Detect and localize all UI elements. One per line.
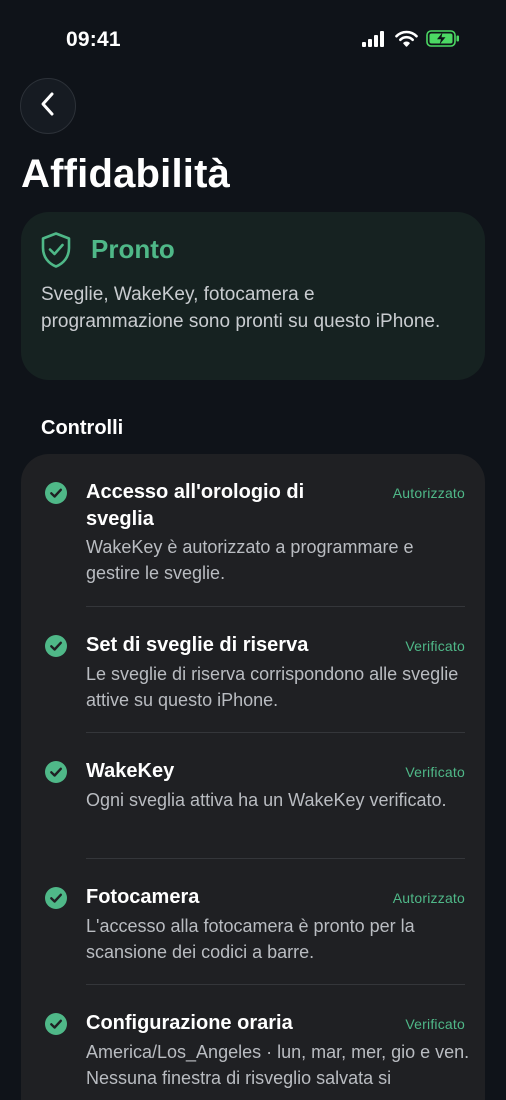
check-status-badge: Verificato <box>405 638 465 654</box>
checks-list: Accesso all'orologio di sveglia Autorizz… <box>21 454 485 1100</box>
check-circle-icon <box>45 482 67 509</box>
check-circle-icon <box>45 635 67 662</box>
battery-charging-icon <box>426 30 460 52</box>
check-description: WakeKey è autorizzato a programmare e ge… <box>86 537 414 583</box>
back-button[interactable] <box>20 78 76 134</box>
check-status-badge: Verificato <box>405 1016 465 1032</box>
check-circle-icon <box>45 887 67 914</box>
check-item-time-config: Configurazione oraria Verificato America… <box>21 985 485 1100</box>
chevron-left-icon <box>39 91 57 122</box>
check-description: Le sveglie di riserva corrispondono alle… <box>86 664 459 710</box>
ready-description: Sveglie, WakeKey, fotocamera e programma… <box>41 284 441 332</box>
check-description: L'accesso alla fotocamera è pronto per l… <box>86 916 415 962</box>
check-item-backup-alarms: Set di sveglie di riserva Verificato Le … <box>21 607 485 733</box>
check-description: Ogni sveglia attiva ha un WakeKey verifi… <box>86 790 447 810</box>
check-circle-icon <box>45 761 67 788</box>
check-title: Configurazione oraria <box>86 1012 293 1034</box>
check-item-camera: Fotocamera Autorizzato L'accesso alla fo… <box>21 859 485 985</box>
ready-title: Pronto <box>91 234 175 264</box>
section-title: Controlli <box>41 417 124 439</box>
check-item-wakekey: WakeKey Verificato Ogni sveglia attiva h… <box>21 733 485 859</box>
ready-status-card: Pronto Sveglie, WakeKey, fotocamera e pr… <box>21 212 485 380</box>
page-title: Affidabilità <box>21 152 231 196</box>
status-time: 09:41 <box>66 28 121 51</box>
status-bar: 09:41 <box>0 0 506 84</box>
check-status-badge: Autorizzato <box>392 890 465 906</box>
check-status-badge: Autorizzato <box>392 485 465 501</box>
status-icons <box>362 30 460 52</box>
check-circle-icon <box>45 1013 67 1040</box>
cellular-signal-icon <box>362 30 387 52</box>
check-title: Fotocamera <box>86 886 200 908</box>
shield-check-icon <box>40 231 72 274</box>
check-title: Accesso all'orologio di sveglia <box>86 481 305 530</box>
check-item-alarm-access: Accesso all'orologio di sveglia Autorizz… <box>21 454 485 607</box>
wifi-icon <box>395 30 418 52</box>
check-description: America/Los_Angeles · lun, mar, mer, gio… <box>86 1042 470 1100</box>
check-status-badge: Verificato <box>405 764 465 780</box>
check-title: Set di sveglie di riserva <box>86 634 309 656</box>
check-title: WakeKey <box>86 760 175 782</box>
